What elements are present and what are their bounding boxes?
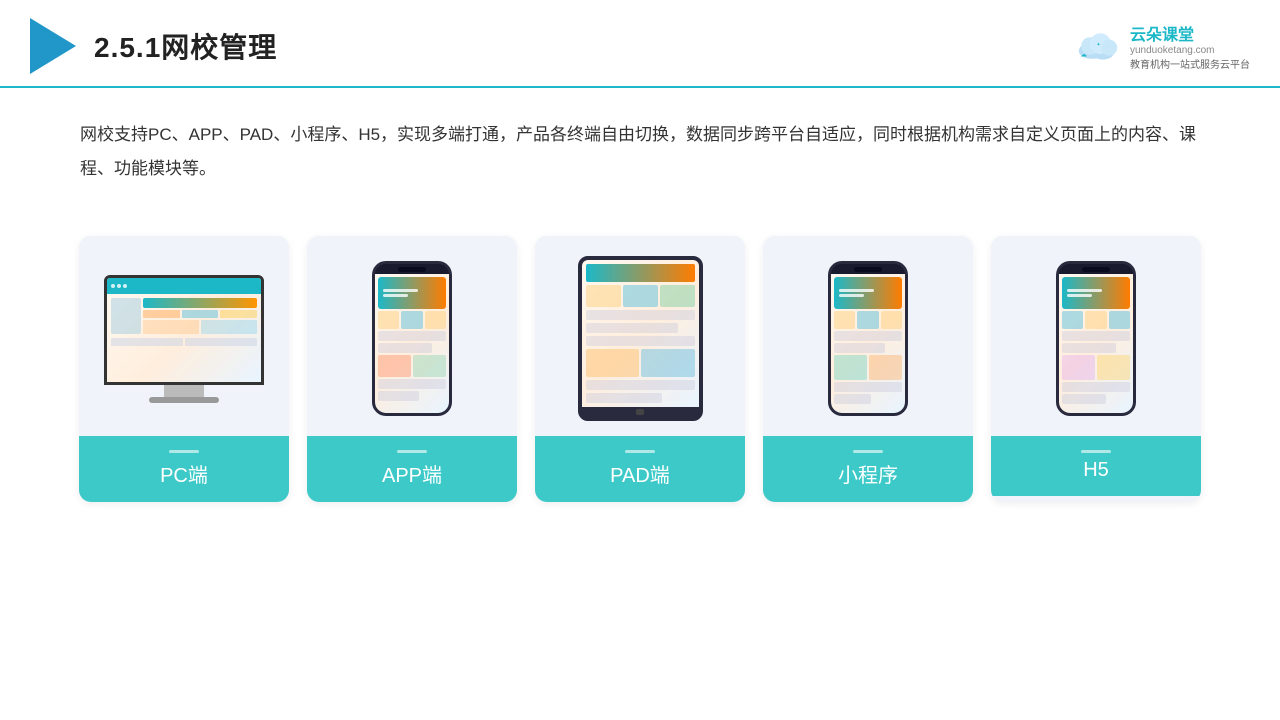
pc-monitor bbox=[104, 275, 264, 385]
card-pc-label: PC端 bbox=[79, 436, 289, 502]
phone-frame-miniapp bbox=[828, 261, 908, 416]
phone-mockup-app bbox=[372, 261, 452, 416]
brand-row: ☁ ✦ 云朵课堂 yunduoketang.com 教育机构一站式服务云平台 bbox=[1074, 21, 1250, 71]
description-block: 网校支持PC、APP、PAD、小程序、H5，实现多端打通，产品各终端自由切换，数… bbox=[0, 88, 1280, 196]
card-app-label: APP端 bbox=[307, 436, 517, 502]
description-text: 网校支持PC、APP、PAD、小程序、H5，实现多端打通，产品各终端自由切换，数… bbox=[80, 125, 1196, 178]
phone-mockup-h5 bbox=[1056, 261, 1136, 416]
cards-container: PC端 bbox=[0, 206, 1280, 532]
tablet-frame bbox=[578, 256, 703, 421]
card-app-image bbox=[307, 236, 517, 436]
pc-base bbox=[149, 397, 219, 403]
card-h5-label: H5 bbox=[991, 436, 1201, 496]
phone-mockup-miniapp bbox=[828, 261, 908, 416]
card-miniapp-image bbox=[763, 236, 973, 436]
pc-stand bbox=[164, 385, 204, 397]
svg-text:✦: ✦ bbox=[1096, 42, 1100, 48]
svg-text:☁: ☁ bbox=[1080, 51, 1086, 58]
card-miniapp: 小程序 bbox=[763, 236, 973, 502]
phone-frame-app bbox=[372, 261, 452, 416]
card-pc: PC端 bbox=[79, 236, 289, 502]
header-left: 2.5.1网校管理 bbox=[30, 18, 277, 74]
brand-name-text: 云朵课堂 bbox=[1130, 21, 1194, 45]
card-pad-image bbox=[535, 236, 745, 436]
brand-right-text: 云朵课堂 yunduoketang.com 教育机构一站式服务云平台 bbox=[1130, 21, 1250, 71]
cloud-logo-icon: ☁ ✦ bbox=[1074, 30, 1122, 62]
phone-frame-h5 bbox=[1056, 261, 1136, 416]
page-title: 2.5.1网校管理 bbox=[94, 26, 277, 66]
card-h5-image bbox=[991, 236, 1201, 436]
card-pc-image bbox=[79, 236, 289, 436]
pc-screen bbox=[107, 278, 261, 382]
tablet-mockup bbox=[578, 256, 703, 421]
card-miniapp-label: 小程序 bbox=[763, 436, 973, 502]
brand-section: ☁ ✦ 云朵课堂 yunduoketang.com 教育机构一站式服务云平台 bbox=[1074, 21, 1250, 71]
brand-tagline-text: 教育机构一站式服务云平台 bbox=[1130, 56, 1250, 71]
card-h5: H5 bbox=[991, 236, 1201, 502]
logo-triangle-icon bbox=[30, 18, 76, 74]
brand-url-text: yunduoketang.com bbox=[1130, 45, 1215, 56]
card-pad-label: PAD端 bbox=[535, 436, 745, 502]
page-header: 2.5.1网校管理 ☁ ✦ 云朵课堂 yunduoketang.com 教育机构… bbox=[0, 0, 1280, 88]
card-app: APP端 bbox=[307, 236, 517, 502]
pc-mockup bbox=[104, 275, 264, 403]
card-pad: PAD端 bbox=[535, 236, 745, 502]
